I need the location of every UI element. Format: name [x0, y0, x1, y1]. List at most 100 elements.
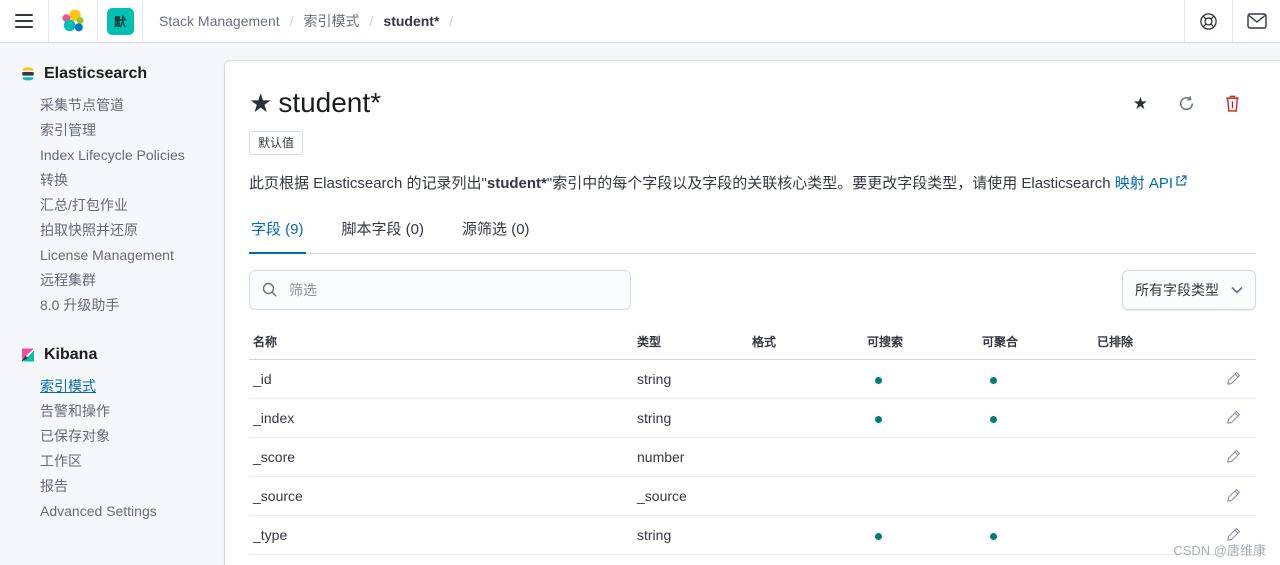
sidebar-item[interactable]: License Management — [40, 243, 212, 268]
breadcrumb-separator: / — [369, 13, 374, 29]
mapping-api-link[interactable]: 映射 API — [1115, 175, 1187, 192]
sidebar-item-label[interactable]: 转换 — [40, 172, 68, 188]
sidebar-item[interactable]: 已保存对象 — [40, 424, 212, 449]
sidebar-item[interactable]: 远程集群 — [40, 268, 212, 293]
sidebar-item[interactable]: 报告 — [40, 474, 212, 499]
breadcrumb-separator: / — [449, 13, 454, 29]
newsfeed-button[interactable] — [1233, 0, 1280, 42]
search-icon — [262, 282, 277, 297]
sidebar: Elasticsearch 采集节点管道 索引管理 Index Lifecycl… — [0, 43, 220, 565]
sidebar-item-label[interactable]: 告警和操作 — [40, 403, 110, 419]
pencil-icon — [1227, 371, 1241, 385]
refresh-button[interactable] — [1178, 95, 1195, 112]
external-link-icon — [1176, 175, 1187, 186]
field-type-cell: string — [637, 410, 672, 426]
sidebar-item[interactable]: 转换 — [40, 168, 212, 193]
page-title: student* — [278, 87, 382, 118]
tab-bar: 字段 (9) 脚本字段 (0) 源筛选 (0) — [249, 218, 1256, 254]
space-switcher-badge[interactable]: 默 — [106, 7, 134, 35]
sidebar-item-label[interactable]: Advanced Settings — [40, 503, 157, 519]
page-description: 此页根据 Elasticsearch 的记录列出"student*"索引中的每个… — [249, 173, 1256, 194]
sidebar-item[interactable]: 采集节点管道 — [40, 93, 212, 118]
field-name-cell: _id — [253, 371, 272, 387]
sidebar-item[interactable]: 索引模式 — [40, 374, 212, 399]
sidebar-item-label[interactable]: 8.0 升级助手 — [40, 297, 119, 313]
edit-field-button[interactable] — [1226, 448, 1242, 464]
sidebar-item[interactable]: 8.0 升级助手 — [40, 293, 212, 318]
field-type-filter-select[interactable]: 所有字段类型 — [1122, 270, 1256, 310]
field-name-cell: _source — [253, 488, 303, 504]
sidebar-item-label[interactable]: 索引管理 — [40, 122, 96, 138]
section-title-label: Kibana — [44, 346, 98, 363]
sidebar-item[interactable]: Index Lifecycle Policies — [40, 143, 212, 168]
sidebar-item-label[interactable]: 报告 — [40, 478, 68, 494]
searchable-dot — [875, 533, 882, 540]
table-row: _id string — [249, 360, 1256, 399]
edit-field-button[interactable] — [1226, 370, 1242, 386]
edit-field-button[interactable] — [1226, 409, 1242, 425]
sidebar-item-label[interactable]: Index Lifecycle Policies — [40, 147, 185, 163]
favorite-star-icon: ★ — [249, 88, 273, 118]
tab[interactable]: 源筛选 (0) — [460, 218, 532, 253]
field-type-cell: _source — [637, 488, 687, 504]
breadcrumb-separator: / — [289, 13, 294, 29]
kibana-logo-icon — [22, 348, 34, 362]
sidebar-item-label[interactable]: 汇总/打包作业 — [40, 197, 128, 213]
section-title-label: Elasticsearch — [44, 65, 148, 82]
sidebar-item-label[interactable]: 工作区 — [40, 453, 82, 469]
sidebar-item[interactable]: 工作区 — [40, 449, 212, 474]
col-header-name: 名称 — [253, 335, 278, 349]
sidebar-item-label[interactable]: License Management — [40, 247, 174, 263]
delete-button[interactable] — [1225, 95, 1240, 112]
menu-icon[interactable] — [0, 0, 48, 42]
sidebar-item[interactable]: 索引管理 — [40, 118, 212, 143]
description-pattern: student* — [486, 175, 547, 192]
elasticsearch-logo-icon — [22, 67, 34, 81]
sidebar-item-label[interactable]: 索引模式 — [40, 378, 96, 394]
filter-input[interactable] — [287, 281, 618, 299]
breadcrumb-link[interactable]: student* — [383, 13, 439, 29]
tab[interactable]: 字段 (9) — [249, 218, 306, 254]
top-header: 默 Stack Management / 索引模式 / student* / — [0, 0, 1280, 43]
field-name-cell: _type — [253, 527, 288, 543]
breadcrumb-link[interactable]: 索引模式 — [304, 11, 360, 31]
elastic-logo-icon — [61, 8, 84, 31]
aggregatable-dot — [990, 377, 997, 384]
edit-field-button[interactable] — [1226, 487, 1242, 503]
description-text: 此页根据 Elasticsearch 的记录列出" — [249, 175, 487, 192]
description-text: "索引中的每个字段以及字段的关联核心类型。要更改字段类型，请使用 Elastic… — [546, 175, 1115, 192]
breadcrumb-link[interactable]: Stack Management — [159, 13, 280, 29]
field-type-cell: string — [637, 371, 672, 387]
help-menu-button[interactable] — [1185, 0, 1232, 42]
tab[interactable]: 脚本字段 (0) — [340, 218, 427, 253]
set-default-star-button[interactable]: ★ — [1133, 95, 1148, 112]
sidebar-item-label[interactable]: 拍取快照并还原 — [40, 222, 138, 238]
sidebar-item-label[interactable]: 采集节点管道 — [40, 97, 124, 113]
sidebar-item[interactable]: 汇总/打包作业 — [40, 193, 212, 218]
sidebar-item[interactable]: 告警和操作 — [40, 399, 212, 424]
searchable-dot — [875, 377, 882, 384]
sidebar-item[interactable]: 拍取快照并还原 — [40, 218, 212, 243]
col-header-type: 类型 — [637, 335, 662, 349]
index-pattern-panel: ★ student* ★ 默认值 此页根据 Elasticsearch 的记录列… — [224, 60, 1280, 565]
sidebar-item[interactable]: Advanced Settings — [40, 499, 212, 524]
searchable-dot — [875, 416, 882, 423]
field-name-cell: _score — [253, 449, 296, 465]
hamburger-icon — [15, 14, 33, 28]
elasticsearch-section-title: Elasticsearch — [20, 65, 212, 83]
col-header-excluded: 已排除 — [1097, 335, 1134, 349]
elastic-logo[interactable] — [49, 0, 97, 42]
pencil-icon — [1227, 449, 1241, 463]
field-type-cell: number — [637, 449, 685, 465]
pencil-icon — [1227, 410, 1241, 424]
filter-search-box[interactable] — [249, 270, 631, 310]
sidebar-section-kibana: Kibana 索引模式 告警和操作 已保存对象 工作区 报告 Advanced … — [20, 346, 212, 524]
trash-icon — [1226, 95, 1239, 112]
sidebar-item-label[interactable]: 已保存对象 — [40, 428, 110, 444]
col-header-searchable: 可搜索 — [867, 335, 904, 349]
table-row: _score number — [249, 438, 1256, 477]
fields-table: 名称 类型 格式 可搜索 可聚合 已排除 _id string _index s… — [249, 324, 1256, 555]
sidebar-item-label[interactable]: 远程集群 — [40, 272, 96, 288]
col-header-aggregatable: 可聚合 — [982, 335, 1019, 349]
table-row: _type string — [249, 516, 1256, 555]
